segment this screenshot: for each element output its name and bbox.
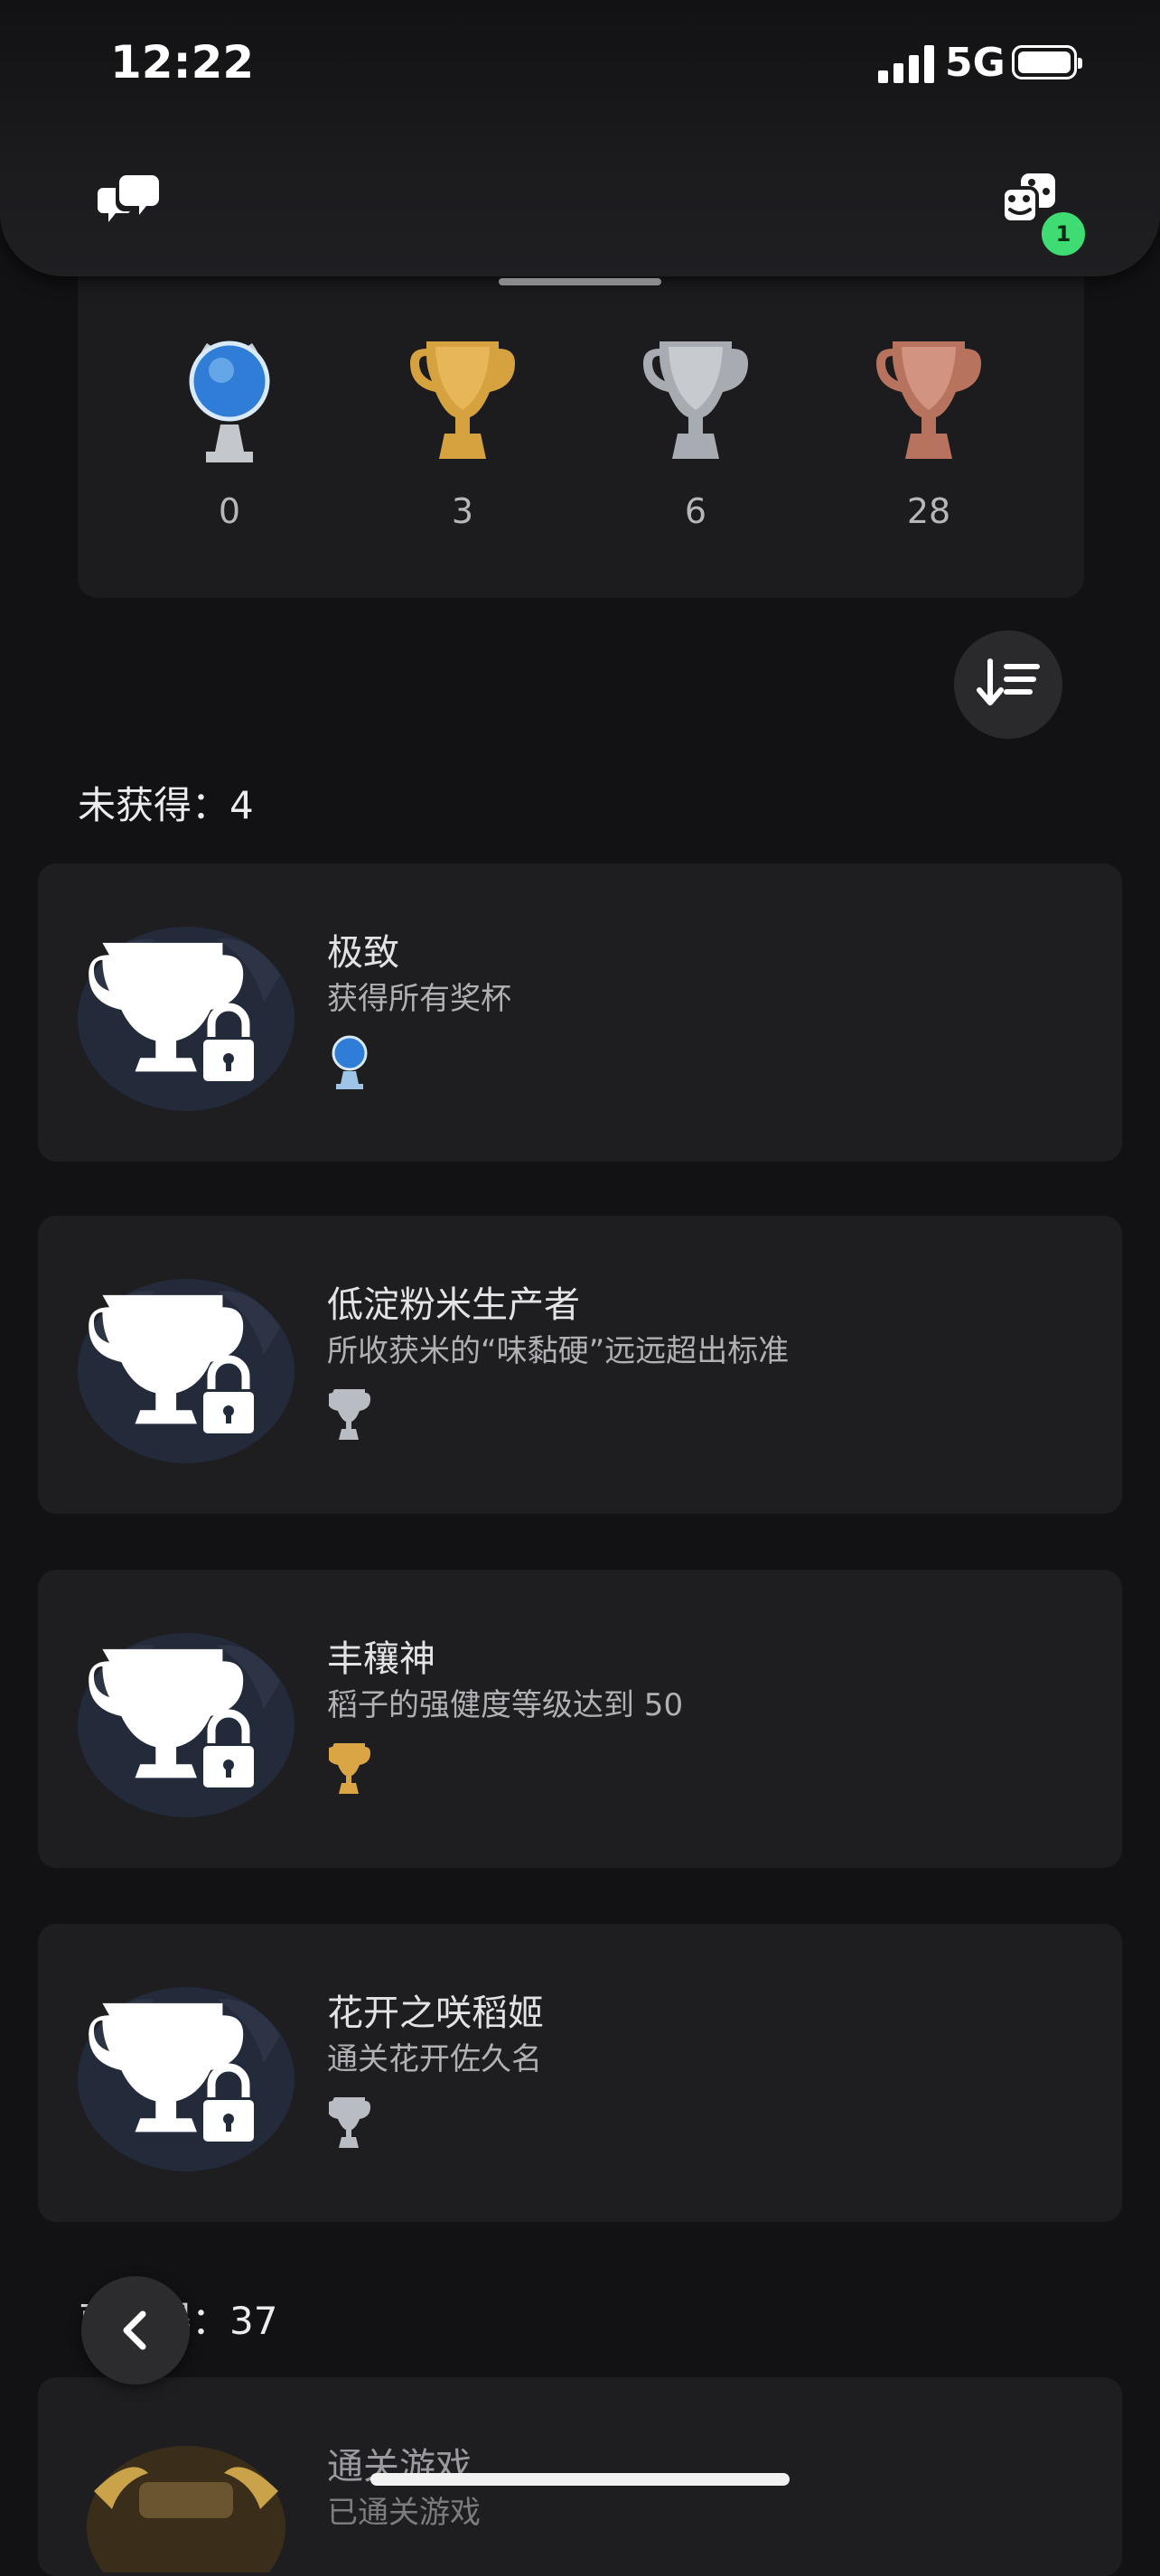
locked-trophy-icon: [78, 1633, 295, 1817]
game-art-icon: [87, 2446, 285, 2572]
drag-handle[interactable]: [499, 278, 661, 285]
sort-button[interactable]: [954, 630, 1062, 739]
trophy-card[interactable]: 低淀粉米生产者所收获米的“味黏硬”远远超出标准: [38, 1216, 1122, 1514]
battery-icon: [1012, 45, 1082, 79]
trophy-card[interactable]: 丰穰神稻子的强健度等级达到 50: [38, 1570, 1122, 1868]
notification-badge: 1: [1039, 210, 1088, 258]
status-bar: 12:22 5G: [0, 0, 1160, 135]
platinum-trophy-icon: [332, 1035, 368, 1089]
gold-trophy-icon: [410, 341, 515, 459]
top-bar: 12:22 5G 1: [0, 0, 1160, 276]
bronze-trophy-icon: [876, 341, 981, 459]
platinum-trophy-icon: [189, 341, 270, 462]
sort-icon: [977, 658, 1040, 705]
silver-trophy-icon: [329, 1389, 370, 1440]
trophy-summary: 0 3 6 28: [78, 262, 1084, 598]
trophy-description: 通关花开佐久名: [327, 2041, 542, 2077]
signal-icon: [878, 45, 934, 83]
gold-count: 3: [390, 334, 535, 531]
unearned-section-title: 未获得：4: [78, 783, 254, 827]
platinum-count: 0: [157, 334, 302, 531]
trophy-description: 稻子的强健度等级达到 50: [327, 1687, 684, 1723]
trophy-title: 丰穰神: [327, 1638, 435, 1680]
trophy-description: 已通关游戏: [327, 2495, 481, 2531]
trophy-description: 获得所有奖杯: [327, 981, 511, 1017]
gold-count-value: 3: [451, 491, 474, 531]
trophy-description: 所收获米的“味黏硬”远远超出标准: [327, 1333, 790, 1369]
home-indicator[interactable]: [370, 2473, 790, 2486]
silver-count-value: 6: [684, 491, 707, 531]
trophy-card[interactable]: 花开之咲稻姬通关花开佐久名: [38, 1924, 1122, 2222]
chevron-left-icon: [123, 2310, 146, 2350]
locked-trophy-icon: [78, 1279, 295, 1463]
silver-trophy-icon: [643, 341, 748, 459]
back-button[interactable]: [81, 2276, 190, 2385]
locked-trophy-icon: [78, 1987, 295, 2171]
silver-trophy-icon: [329, 2097, 370, 2148]
network-label: 5G: [945, 40, 1006, 86]
silver-count: 6: [623, 334, 768, 531]
platinum-count-value: 0: [218, 491, 241, 531]
trophy-card[interactable]: 极致 获得所有奖杯: [38, 863, 1122, 1162]
bronze-count-value: 28: [906, 491, 951, 531]
trophy-title: 低淀粉米生产者: [327, 1284, 580, 1326]
trophy-title: 花开之咲稻姬: [327, 1993, 544, 2034]
trophy-title: 极致: [327, 932, 399, 974]
status-time: 12:22: [110, 36, 255, 89]
bronze-count: 28: [856, 334, 1001, 531]
locked-trophy-icon: [78, 927, 295, 1111]
chat-icon[interactable]: [98, 172, 161, 226]
gold-trophy-icon: [329, 1743, 370, 1794]
